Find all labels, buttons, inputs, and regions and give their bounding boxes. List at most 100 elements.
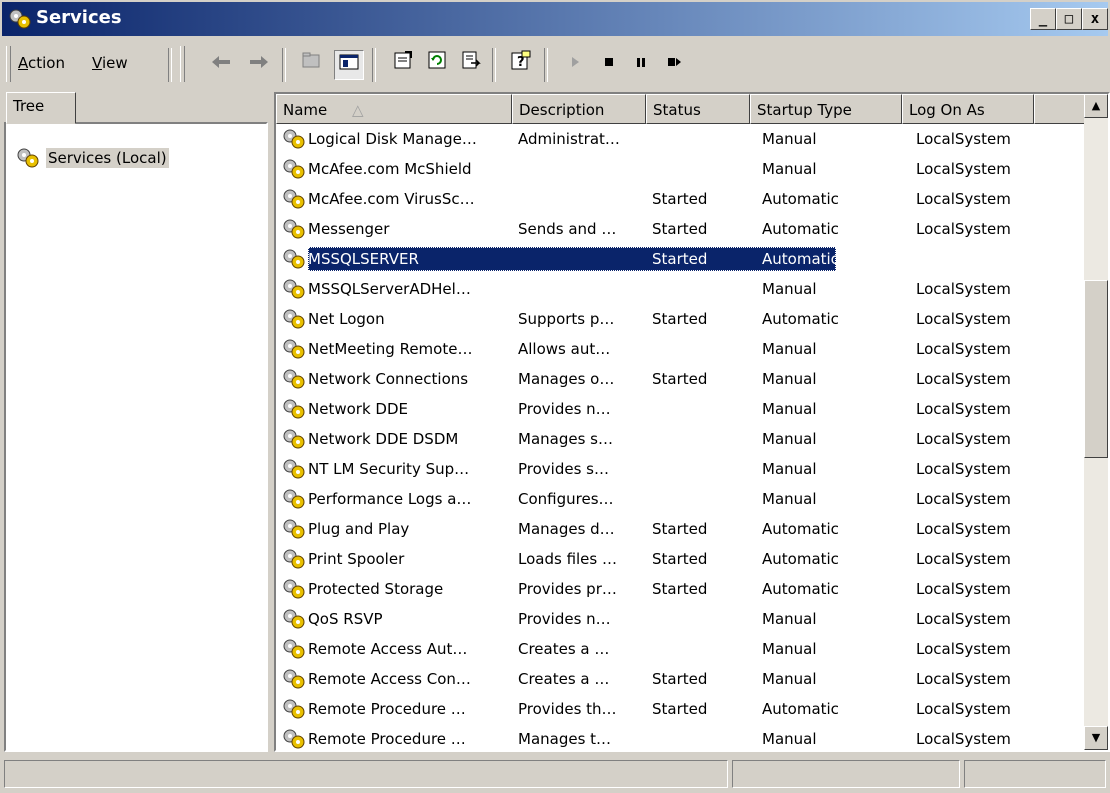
cell-logon: LocalSystem	[916, 310, 1011, 328]
cell-status: Started	[652, 580, 708, 598]
cell-name: QoS RSVP	[308, 610, 383, 628]
cell-logon: LocalSystem	[916, 700, 1011, 718]
service-gear-icon	[283, 429, 305, 449]
cell-status	[652, 604, 748, 634]
cell-status	[652, 724, 748, 750]
cell-status	[652, 634, 748, 664]
service-gear-icon	[283, 309, 305, 329]
cell-status: Started	[652, 250, 708, 268]
menu-view-label: iew	[101, 54, 128, 72]
cell-description: Manages o…	[518, 370, 615, 388]
cell-logon: LocalSystem	[916, 490, 1011, 508]
cell-description: Manages t…	[518, 730, 612, 748]
cell-startup: Automatic	[762, 550, 839, 568]
up-folder-icon	[302, 52, 320, 68]
menu-view[interactable]: View	[92, 54, 128, 72]
table-row[interactable]: Remote Access Aut… Creates a … Manual Local…	[276, 634, 1086, 664]
start-service-button[interactable]	[560, 50, 590, 80]
cell-description: Loads files …	[518, 550, 617, 568]
column-header-name[interactable]: Name △	[276, 94, 512, 124]
table-row[interactable]: Remote Access Con… Creates a … Started Manu…	[276, 664, 1086, 694]
table-row-selected[interactable]: MSSQLSERVER Started Automatic ARLDOMA…	[276, 244, 1086, 274]
scroll-up-button[interactable]: ▲	[1084, 94, 1108, 118]
toolbar-separator	[372, 48, 376, 82]
services-gear-icon	[9, 9, 31, 29]
table-row[interactable]: McAfee.com McShield Manual LocalSystem	[276, 154, 1086, 184]
stop-service-button[interactable]	[594, 50, 624, 80]
cell-startup: Manual	[762, 400, 817, 418]
scroll-down-button[interactable]: ▼	[1084, 726, 1108, 750]
refresh-icon	[428, 51, 446, 69]
cell-name: Remote Access Con…	[308, 670, 471, 688]
table-row[interactable]: MSSQLServerADHel… Manual LocalSystem	[276, 274, 1086, 304]
table-row[interactable]: Remote Procedure … Provides th… Started Aut…	[276, 694, 1086, 724]
cell-startup: Manual	[762, 430, 817, 448]
cell-startup: Manual	[762, 340, 817, 358]
cell-logon: LocalSystem	[916, 640, 1011, 658]
close-button[interactable]: x	[1082, 8, 1108, 30]
column-header-label: Name	[283, 101, 328, 119]
maximize-button[interactable]: □	[1056, 8, 1082, 30]
cell-name: MSSQLSERVER	[308, 250, 419, 268]
cell-status	[652, 334, 748, 364]
column-header-status[interactable]: Status	[646, 94, 750, 124]
refresh-button[interactable]	[422, 50, 452, 80]
restart-service-button[interactable]	[660, 50, 690, 80]
export-list-button[interactable]	[456, 50, 486, 80]
toolbar-grip[interactable]	[180, 46, 185, 82]
cell-logon: ARLDOMA…	[916, 250, 1007, 268]
table-row[interactable]: NT LM Security Sup… Provides s… Manual Loca…	[276, 454, 1086, 484]
column-header-log-on-as[interactable]: Log On As	[902, 94, 1034, 124]
service-gear-icon	[283, 159, 305, 179]
menu-action[interactable]: Action	[18, 54, 65, 72]
table-row[interactable]: Network DDE DSDM Manages s… Manual LocalSys…	[276, 424, 1086, 454]
cell-name: Logical Disk Manage…	[308, 130, 477, 148]
service-gear-icon	[283, 219, 305, 239]
pause-service-button[interactable]	[626, 50, 656, 80]
cell-logon: LocalSystem	[916, 580, 1011, 598]
table-row[interactable]: Network Connections Manages o… Started Manu…	[276, 364, 1086, 394]
table-row[interactable]: Print Spooler Loads files … Started Automat…	[276, 544, 1086, 574]
table-row[interactable]: Network DDE Provides n… Manual LocalSystem	[276, 394, 1086, 424]
properties-button[interactable]	[388, 50, 418, 80]
services-list: Name △ Description Status Startup Type L…	[274, 92, 1110, 752]
up-one-level-button[interactable]	[296, 50, 326, 80]
cell-name: NT LM Security Sup…	[308, 460, 470, 478]
cell-logon: LocalSystem	[916, 280, 1011, 298]
cell-status	[652, 154, 748, 184]
cell-status: Started	[652, 220, 708, 238]
table-row[interactable]: Remote Procedure … Manages t… Manual LocalS…	[276, 724, 1086, 750]
cell-startup: Automatic	[762, 520, 839, 538]
minimize-button[interactable]: _	[1030, 8, 1056, 30]
column-header-startup-type[interactable]: Startup Type	[750, 94, 902, 124]
title-bar[interactable]: Services _ □ x	[2, 2, 1108, 36]
vertical-scrollbar[interactable]: ▲ ▼	[1084, 94, 1108, 750]
help-button[interactable]: ?	[506, 50, 536, 80]
table-row[interactable]: Logical Disk Manage… Administrat… Manual Lo…	[276, 124, 1086, 154]
service-gear-icon	[283, 279, 305, 299]
table-row[interactable]: Performance Logs a… Configures… Manual Loca…	[276, 484, 1086, 514]
tab-tree[interactable]: Tree	[6, 92, 76, 124]
cell-description: Provides n…	[518, 400, 611, 418]
table-row[interactable]: Messenger Sends and … Started Automatic Loca…	[276, 214, 1086, 244]
toolbar-grip[interactable]	[6, 46, 11, 82]
forward-button[interactable]	[244, 50, 274, 80]
service-gear-icon	[283, 639, 305, 659]
cell-logon: LocalSystem	[916, 130, 1011, 148]
cell-logon: LocalSystem	[916, 730, 1011, 748]
cell-description: Allows aut…	[518, 340, 611, 358]
show-hide-tree-button[interactable]	[334, 50, 364, 80]
toolbar-separator	[492, 48, 496, 82]
table-row[interactable]: Protected Storage Provides pr… Started Auto…	[276, 574, 1086, 604]
tree-item-services-local[interactable]: Services (Local)	[16, 146, 169, 170]
cell-name: MSSQLServerADHel…	[308, 280, 471, 298]
cell-status: Started	[652, 550, 708, 568]
table-row[interactable]: NetMeeting Remote… Allows aut… Manual Local…	[276, 334, 1086, 364]
table-row[interactable]: Net Logon Supports p… Started Automatic Loca…	[276, 304, 1086, 334]
table-row[interactable]: McAfee.com VirusSc… Started Automatic Local…	[276, 184, 1086, 214]
scroll-thumb[interactable]	[1084, 280, 1108, 458]
column-header-description[interactable]: Description	[512, 94, 646, 124]
table-row[interactable]: QoS RSVP Provides n… Manual LocalSystem	[276, 604, 1086, 634]
back-button[interactable]	[206, 50, 236, 80]
table-row[interactable]: Plug and Play Manages d… Started Automatic L…	[276, 514, 1086, 544]
